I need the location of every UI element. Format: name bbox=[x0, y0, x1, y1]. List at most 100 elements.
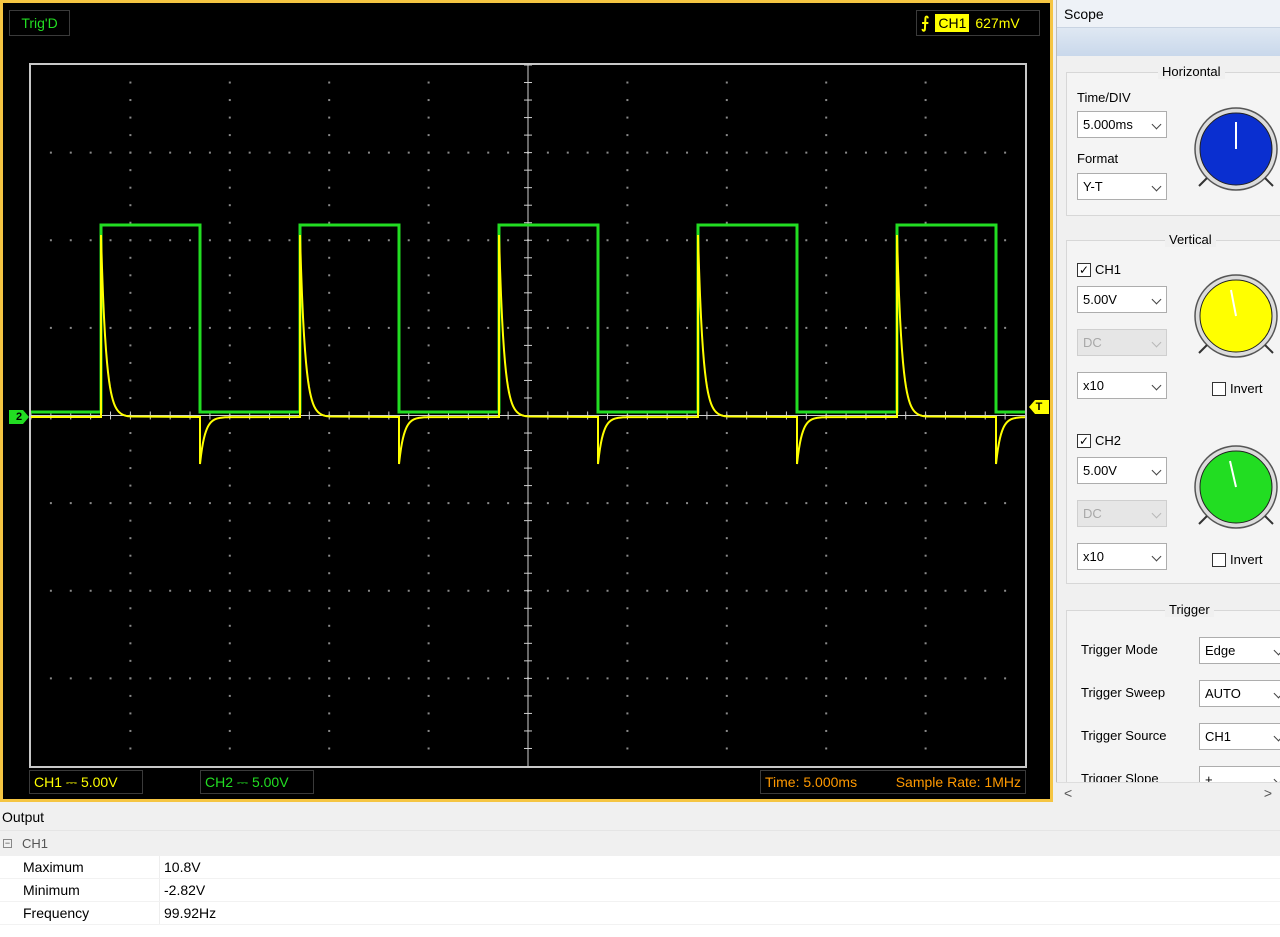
grid-dot bbox=[626, 502, 629, 505]
scroll-left-icon[interactable]: < bbox=[1064, 785, 1072, 801]
grid-dot bbox=[964, 677, 967, 680]
grid-dot bbox=[189, 677, 192, 680]
grid-dot bbox=[427, 256, 430, 259]
ch1-invert-checkbox[interactable]: Invert bbox=[1212, 381, 1263, 396]
grid-dot bbox=[328, 81, 331, 84]
ch1-probe-select[interactable]: x10 bbox=[1077, 372, 1167, 399]
grid-dot bbox=[944, 677, 947, 680]
grid-dot bbox=[745, 151, 748, 154]
grid-dot bbox=[228, 677, 231, 680]
waveform-screen[interactable] bbox=[29, 63, 1027, 768]
grid-dot bbox=[507, 677, 510, 680]
time-div-select[interactable]: 5.000ms bbox=[1077, 111, 1167, 138]
grid-dot bbox=[546, 326, 549, 329]
ch2-volts-knob-icon[interactable] bbox=[1193, 444, 1279, 530]
grid-dot bbox=[427, 274, 430, 277]
format-select[interactable]: Y-T bbox=[1077, 173, 1167, 200]
grid-dot bbox=[924, 169, 927, 172]
ch1-enable-checkbox[interactable]: ✓ CH1 bbox=[1077, 262, 1121, 277]
grid-dot bbox=[328, 239, 331, 242]
grid-dot bbox=[725, 239, 728, 242]
grid-dot bbox=[666, 151, 669, 154]
grid-dot bbox=[487, 589, 490, 592]
grid-dot bbox=[686, 151, 689, 154]
grid-dot bbox=[49, 151, 52, 154]
trigger-info-box: ⨍ CH1 627mV bbox=[916, 10, 1040, 36]
grid-dot bbox=[129, 256, 132, 259]
grid-dot bbox=[825, 186, 828, 189]
grid-dot bbox=[109, 589, 112, 592]
grid-dot bbox=[228, 116, 231, 119]
grid-dot bbox=[427, 326, 430, 329]
grid-dot bbox=[825, 256, 828, 259]
grid-dot bbox=[348, 151, 351, 154]
grid-dot bbox=[745, 239, 748, 242]
ch2-volts-select[interactable]: 5.00V bbox=[1077, 457, 1167, 484]
grid-dot bbox=[487, 239, 490, 242]
grid-dot bbox=[109, 326, 112, 329]
trigger-source-select[interactable]: CH1 bbox=[1199, 723, 1280, 750]
collapse-icon[interactable]: − bbox=[3, 839, 12, 848]
ch2-offset-marker[interactable]: 2 bbox=[9, 410, 29, 424]
grid-dot bbox=[1004, 326, 1007, 329]
grid-dot bbox=[586, 151, 589, 154]
grid-dot bbox=[487, 502, 490, 505]
grid-dot bbox=[546, 239, 549, 242]
grid-dot bbox=[208, 326, 211, 329]
grid-dot bbox=[546, 151, 549, 154]
grid-dot bbox=[129, 379, 132, 382]
grid-dot bbox=[924, 239, 927, 242]
grid-dot bbox=[785, 502, 788, 505]
grid-dot bbox=[328, 99, 331, 102]
output-title: Output bbox=[0, 803, 1280, 831]
scroll-right-icon[interactable]: > bbox=[1264, 785, 1272, 801]
grid-dot bbox=[805, 151, 808, 154]
trigger-level-marker[interactable]: T bbox=[1029, 400, 1049, 414]
grid-dot bbox=[129, 81, 132, 84]
grid-dot bbox=[69, 239, 72, 242]
panel-horizontal-scrollbar[interactable]: < > bbox=[1056, 782, 1280, 802]
grid-dot bbox=[228, 484, 231, 487]
grid-dot bbox=[904, 151, 907, 154]
grid-dot bbox=[427, 151, 430, 154]
grid-dot bbox=[427, 712, 430, 715]
ch2-enable-checkbox[interactable]: ✓ CH2 bbox=[1077, 433, 1121, 448]
grid-dot bbox=[924, 519, 927, 522]
grid-dot bbox=[89, 239, 92, 242]
grid-dot bbox=[387, 239, 390, 242]
ch2-invert-checkbox[interactable]: Invert bbox=[1212, 552, 1263, 567]
grid-dot bbox=[328, 484, 331, 487]
grid-dot bbox=[1004, 239, 1007, 242]
grid-dot bbox=[924, 694, 927, 697]
trigger-sweep-select[interactable]: AUTO bbox=[1199, 680, 1280, 707]
grid-dot bbox=[268, 677, 271, 680]
grid-dot bbox=[626, 677, 629, 680]
grid-dot bbox=[507, 239, 510, 242]
grid-dot bbox=[427, 467, 430, 470]
output-group-ch1[interactable]: − CH1 bbox=[0, 831, 1280, 856]
grid-dot bbox=[109, 677, 112, 680]
grid-dot bbox=[944, 502, 947, 505]
grid-dot bbox=[387, 589, 390, 592]
horizontal-group-title: Horizontal bbox=[1158, 64, 1225, 79]
ch1-volts-select[interactable]: 5.00V bbox=[1077, 286, 1167, 313]
grid-dot bbox=[725, 747, 728, 750]
ch1-volts-knob-icon[interactable] bbox=[1193, 273, 1279, 359]
grid-dot bbox=[825, 204, 828, 207]
grid-dot bbox=[129, 151, 132, 154]
time-div-knob-icon[interactable] bbox=[1193, 106, 1279, 192]
trigger-mode-select[interactable]: Edge bbox=[1199, 637, 1280, 664]
grid-dot bbox=[586, 677, 589, 680]
grid-dot bbox=[825, 467, 828, 470]
grid-dot bbox=[427, 677, 430, 680]
grid-dot bbox=[924, 537, 927, 540]
grid-dot bbox=[586, 589, 589, 592]
grid-dot bbox=[686, 502, 689, 505]
checkbox-unchecked-icon bbox=[1212, 552, 1226, 567]
ch2-probe-select[interactable]: x10 bbox=[1077, 543, 1167, 570]
grid-dot bbox=[367, 677, 370, 680]
grid-dot bbox=[427, 344, 430, 347]
grid-dot bbox=[427, 396, 430, 399]
grid-dot bbox=[129, 659, 132, 662]
grid-dot bbox=[447, 502, 450, 505]
